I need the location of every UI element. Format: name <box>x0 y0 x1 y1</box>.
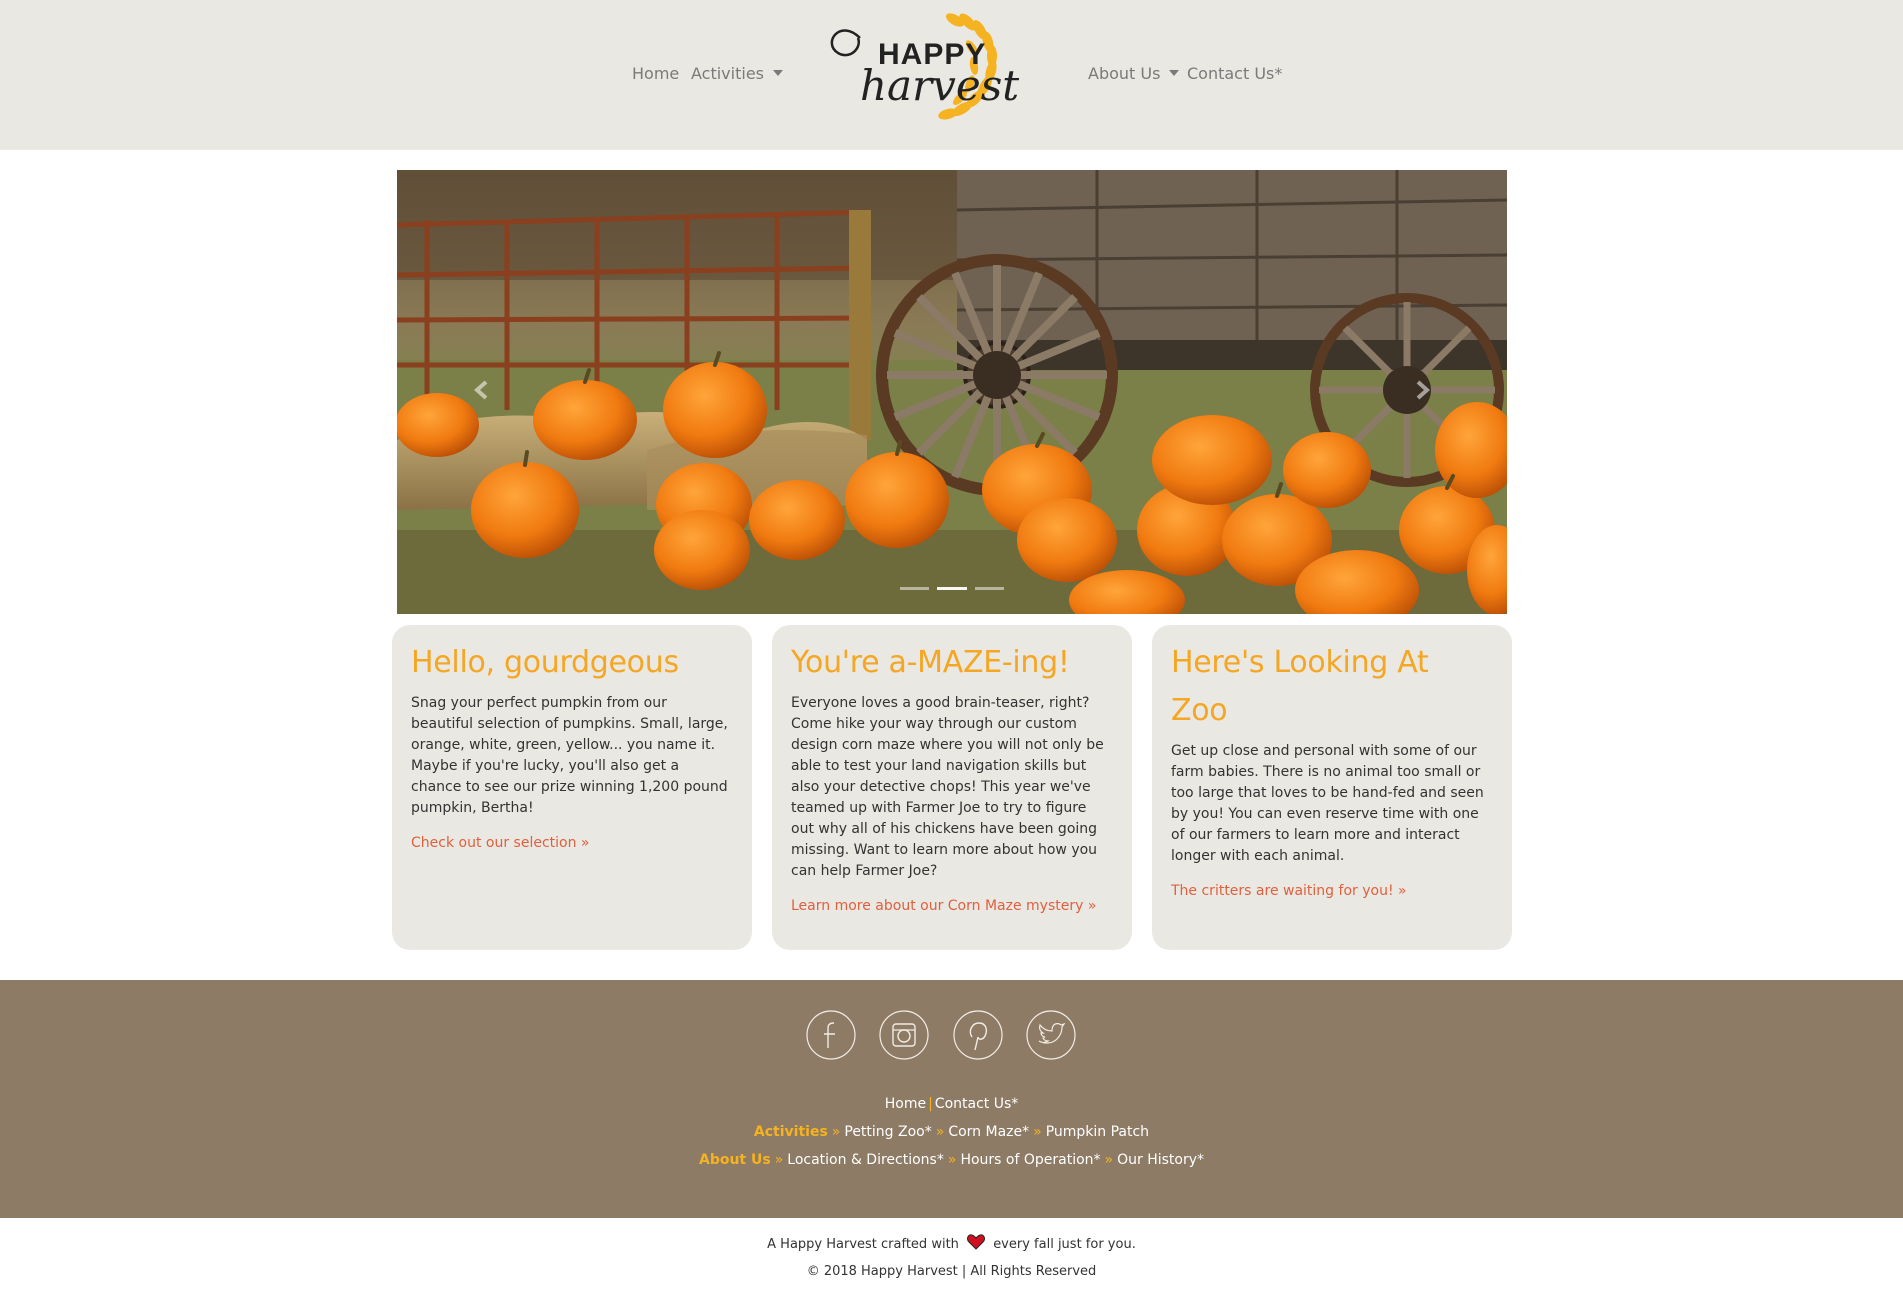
facebook-icon <box>806 1010 856 1060</box>
footer-row-about: About Us» Location & Directions*» Hours of… <box>0 1150 1903 1170</box>
footer-hours-link[interactable]: Hours of Operation* <box>960 1152 1100 1168</box>
footer-home-link[interactable]: Home <box>885 1096 926 1112</box>
hero-carousel[interactable] <box>397 170 1507 614</box>
copyright-text: © 2018 Happy Harvest | All Rights Reserv… <box>806 1264 1097 1279</box>
card-title: Hello, gourdgeous <box>411 645 679 680</box>
card-petting-zoo: Here's Looking At Zoo Get up close and p… <box>1152 625 1512 950</box>
twitter-link[interactable] <box>1026 1010 1076 1060</box>
carousel-prev-button[interactable] <box>462 370 502 410</box>
footer-history-link[interactable]: Our History* <box>1117 1152 1204 1168</box>
caret-down-icon <box>773 69 783 76</box>
facebook-link[interactable] <box>806 1010 856 1060</box>
card-pumpkins: Hello, gourdgeous Snag your perfect pump… <box>392 625 752 950</box>
site-header: Home Activities HAPPY harvest About Us C… <box>0 0 1903 150</box>
card-link-corn-maze[interactable]: Learn more about our Corn Maze mystery » <box>791 898 1096 914</box>
card-corn-maze: You're a-MAZE-ing! Everyone loves a good… <box>772 625 1132 950</box>
pinterest-link[interactable] <box>953 1010 1003 1060</box>
footer-contact-link[interactable]: Contact Us* <box>935 1096 1018 1112</box>
footer-separator: | <box>928 1096 933 1112</box>
card-title: Here's Looking At Zoo <box>1171 645 1429 728</box>
instagram-icon <box>879 1010 929 1060</box>
card-link-pumpkins[interactable]: Check out our selection » <box>411 835 589 851</box>
footer-row-activities: Activities» Petting Zoo*» Corn Maze*» Pumpk… <box>0 1122 1903 1142</box>
card-title: You're a-MAZE-ing! <box>791 645 1070 680</box>
card-link-petting-zoo[interactable]: The critters are waiting for you! » <box>1171 883 1407 899</box>
card-body: Everyone loves a good brain-teaser, righ… <box>791 695 1104 879</box>
footer-row-main: Home | Contact Us* <box>0 1094 1903 1114</box>
carousel-indicators <box>900 584 1004 594</box>
footer-pumpkin-patch-link[interactable]: Pumpkin Patch <box>1046 1124 1149 1140</box>
pumpkin-wagon-photo <box>397 170 1507 614</box>
crafted-text-after: every fall just for you. <box>993 1237 1136 1252</box>
carousel-indicator-3[interactable] <box>974 587 1004 590</box>
card-body: Get up close and personal with some of o… <box>1171 743 1484 864</box>
logo-harvest-text: harvest <box>860 61 1019 110</box>
caret-down-icon <box>1169 69 1180 76</box>
carousel-indicator-2[interactable] <box>937 587 967 590</box>
instagram-link[interactable] <box>879 1010 929 1060</box>
card-body: Snag your perfect pumpkin from our beaut… <box>411 695 728 816</box>
carousel-next-button[interactable] <box>1402 370 1442 410</box>
heart-icon <box>967 1234 985 1250</box>
nav-contact-link[interactable]: Contact Us* <box>1187 62 1282 86</box>
footer-activities-link[interactable]: Activities <box>754 1124 828 1140</box>
footer-corn-maze-link[interactable]: Corn Maze* <box>948 1124 1029 1140</box>
footer-raquo: » <box>1104 1152 1114 1168</box>
nav-activities-label: Activities <box>691 64 764 83</box>
nav-about-dropdown[interactable]: About Us <box>1088 62 1180 86</box>
crafted-text-before: A Happy Harvest crafted with <box>767 1237 959 1252</box>
happy-harvest-logo[interactable]: HAPPY harvest <box>820 8 1030 138</box>
nav-home-link[interactable]: Home <box>632 62 679 86</box>
twitter-icon <box>1026 1010 1076 1060</box>
footer-raquo: » <box>774 1152 784 1168</box>
footer-raquo: » <box>831 1124 841 1140</box>
chevron-right-icon <box>1416 380 1431 400</box>
footer-petting-zoo-link[interactable]: Petting Zoo* <box>844 1124 931 1140</box>
site-footer: Home | Contact Us* Activities» Petting Zoo*… <box>0 980 1903 1218</box>
crafted-line: A Happy Harvest crafted with every fall … <box>0 1234 1903 1255</box>
pinterest-icon <box>953 1010 1003 1060</box>
nav-about-label: About Us <box>1088 64 1161 83</box>
nav-activities-dropdown[interactable]: Activities <box>691 62 783 86</box>
footer-about-link[interactable]: About Us <box>699 1152 771 1168</box>
footer-location-link[interactable]: Location & Directions* <box>787 1152 944 1168</box>
chevron-left-icon <box>473 380 488 400</box>
footer-raquo: » <box>947 1152 957 1168</box>
carousel-indicator-1[interactable] <box>900 587 930 590</box>
footer-raquo: » <box>1033 1124 1042 1140</box>
footer-raquo: » <box>935 1124 945 1140</box>
